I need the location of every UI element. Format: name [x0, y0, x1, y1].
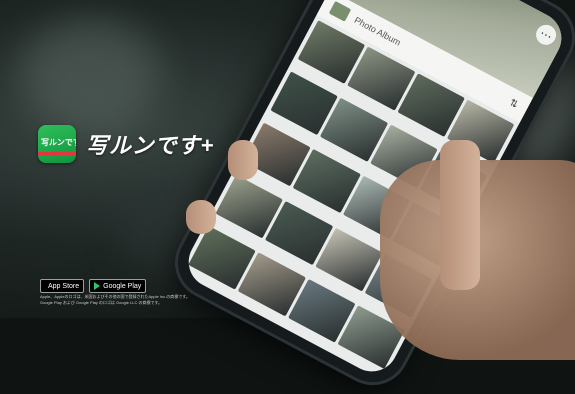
more-icon[interactable]: ⋯: [532, 21, 560, 49]
bokeh-light: [20, 20, 160, 130]
app-icon: 写ルンです+: [38, 125, 76, 163]
google-play-label: Google Play: [103, 282, 142, 290]
google-play-icon: [94, 282, 101, 290]
google-play-badge[interactable]: Google Play: [89, 279, 147, 293]
app-icon-stripe: [38, 152, 76, 156]
store-badges: App Store Google Play: [40, 279, 147, 293]
finger: [440, 140, 480, 290]
finger: [228, 140, 258, 180]
brand-logo: 写ルンです+ 写ルンです+: [38, 125, 214, 163]
app-icon-text: 写ルンです+: [41, 138, 76, 147]
sort-icon[interactable]: ⇅: [507, 97, 520, 111]
legal-notice: Apple、Appleのロゴは、米国およびその他の国で登録されたApple In…: [40, 294, 240, 306]
album-thumbnail[interactable]: [328, 0, 352, 22]
app-store-badge[interactable]: App Store: [40, 279, 85, 293]
finger: [186, 200, 216, 234]
legal-line: Google Play および Google Play のロゴは Google …: [40, 300, 163, 305]
app-store-label: App Store: [48, 282, 80, 290]
brand-wordmark: 写ルンです+: [86, 133, 215, 158]
